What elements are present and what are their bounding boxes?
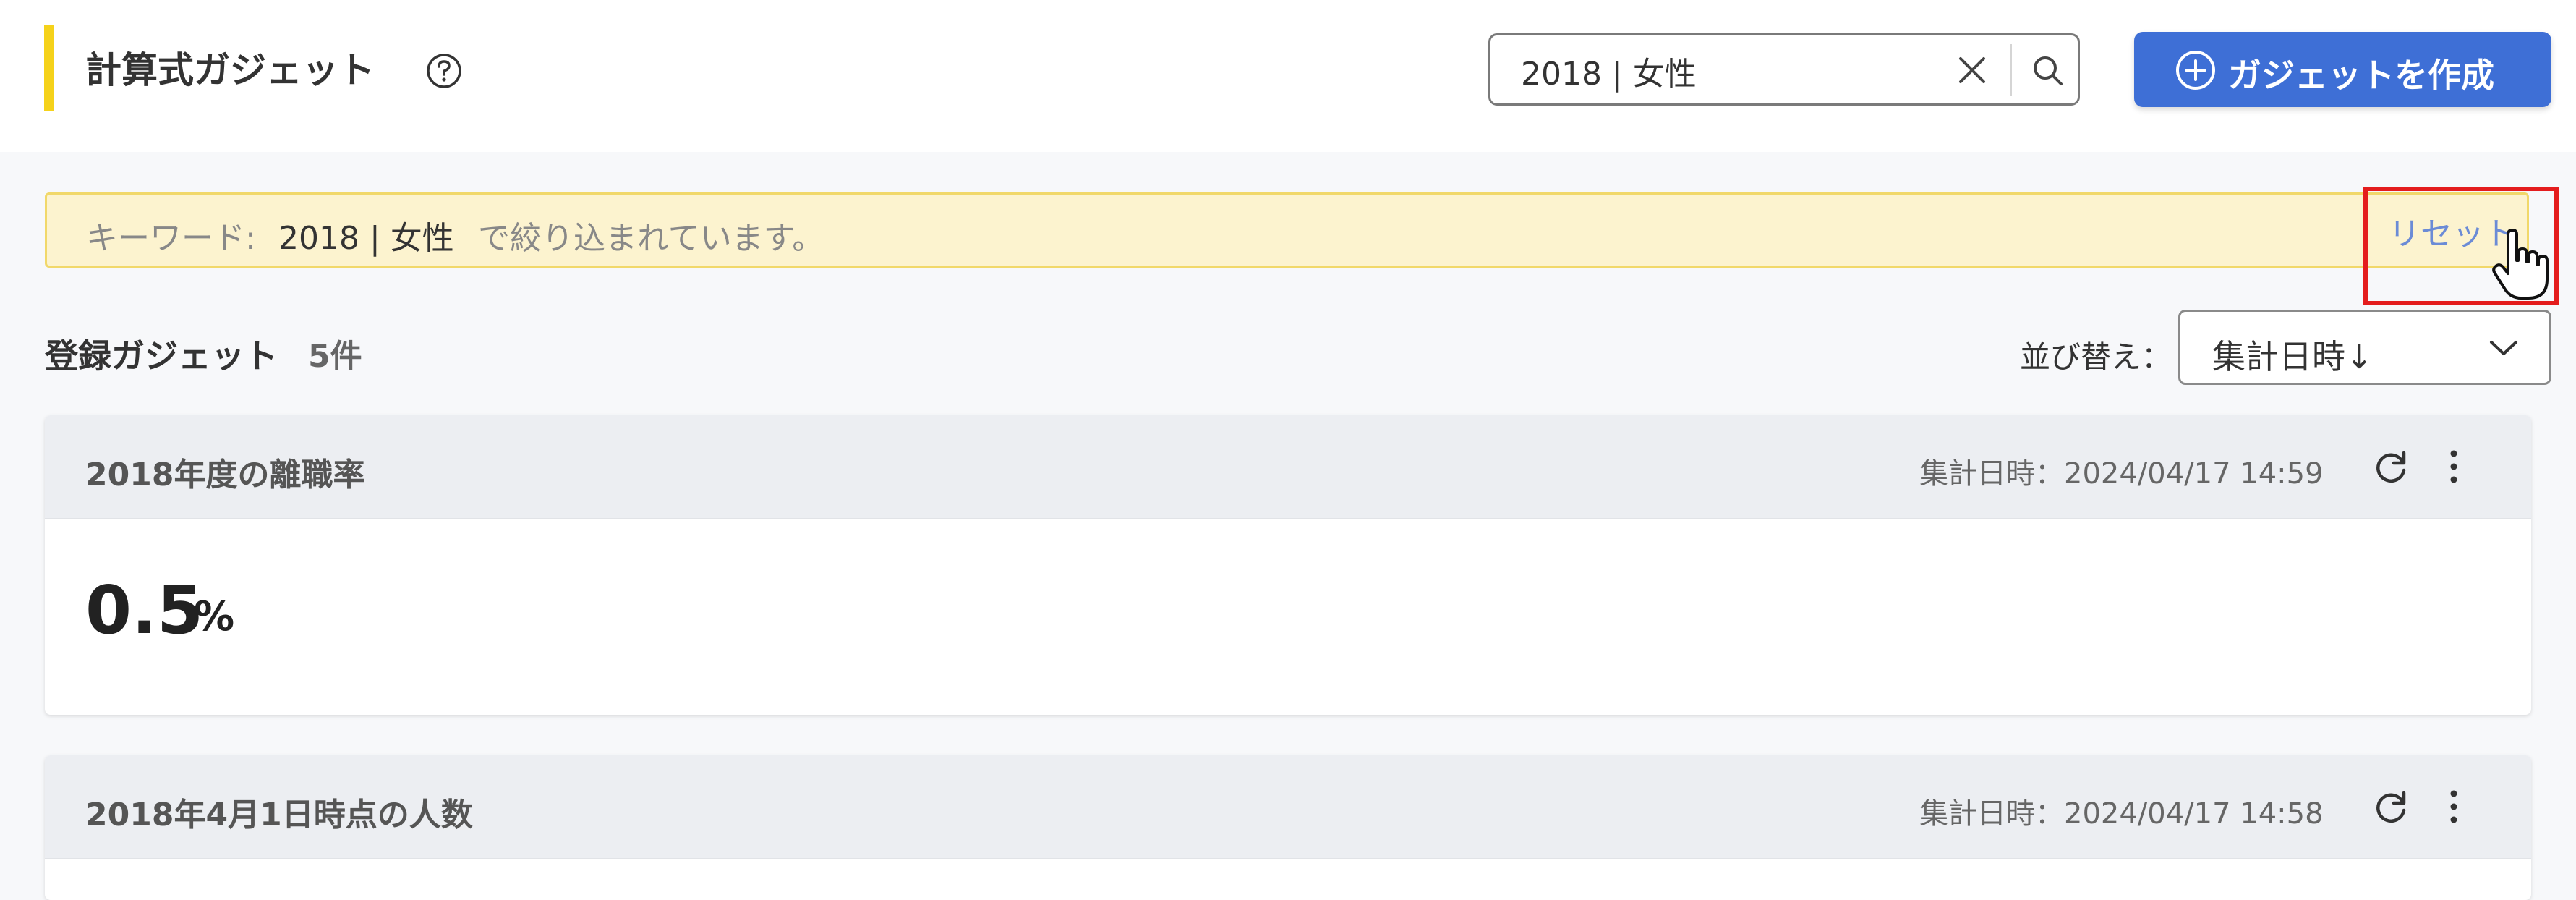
- refresh-icon[interactable]: [2372, 787, 2411, 826]
- refresh-icon[interactable]: [2372, 447, 2411, 486]
- create-gadget-button[interactable]: ガジェットを作成: [2134, 32, 2551, 107]
- title-accent-bar: [44, 25, 54, 111]
- search-box: [1488, 33, 2080, 106]
- filter-banner: キーワード: 2018 | 女性 で絞り込まれています。: [45, 192, 2529, 268]
- more-vertical-icon[interactable]: [2443, 787, 2465, 826]
- question-circle-icon[interactable]: [425, 52, 463, 90]
- page-title: 計算式ガジェット: [85, 49, 375, 91]
- page-header: 計算式ガジェット ガジェットを作成: [0, 0, 2576, 152]
- more-vertical-icon[interactable]: [2443, 447, 2465, 486]
- gadget-card-header: 2018年4月1日時点の人数 集計日時：2024/04/17 14:58: [45, 755, 2531, 859]
- filter-suffix: で絞り込まれています。: [478, 220, 824, 257]
- filter-keyword: 2018 | 女性: [278, 220, 454, 257]
- gadget-card: 2018年4月1日時点の人数 集計日時：2024/04/17 14:58: [45, 755, 2531, 900]
- gadget-card: 2018年度の離職率 集計日時：2024/04/17 14:59 0.5 %: [45, 415, 2531, 715]
- gadget-card-header: 2018年度の離職率 集計日時：2024/04/17 14:59: [45, 415, 2531, 519]
- sort-value: 集計日時↓: [2212, 337, 2374, 376]
- gadget-card-date: 集計日時：2024/04/17 14:58: [1919, 797, 2324, 831]
- search-icon[interactable]: [2030, 53, 2066, 89]
- gadget-card-title: 2018年4月1日時点の人数: [85, 797, 473, 833]
- search-input[interactable]: [1519, 46, 1927, 96]
- list-title: 登録ガジェット: [45, 336, 278, 375]
- gadget-card-unit: %: [194, 593, 235, 640]
- sort-label: 並び替え：: [2020, 339, 2172, 375]
- close-icon[interactable]: [1953, 51, 1991, 89]
- gadget-card-value: 0.5: [85, 572, 203, 649]
- list-count: 5件: [308, 338, 362, 375]
- search-divider: [2010, 44, 2012, 96]
- create-gadget-label: ガジェットを作成: [2228, 56, 2494, 95]
- filter-prefix: キーワード:: [86, 220, 256, 257]
- sort-select[interactable]: 集計日時↓: [2178, 310, 2551, 385]
- plus-circle-icon: [2176, 51, 2215, 90]
- hand-pointer-icon: [2492, 229, 2549, 300]
- gadget-card-title: 2018年度の離職率: [85, 457, 365, 493]
- gadget-card-date: 集計日時：2024/04/17 14:59: [1919, 457, 2324, 491]
- chevron-down-icon: [2490, 341, 2517, 355]
